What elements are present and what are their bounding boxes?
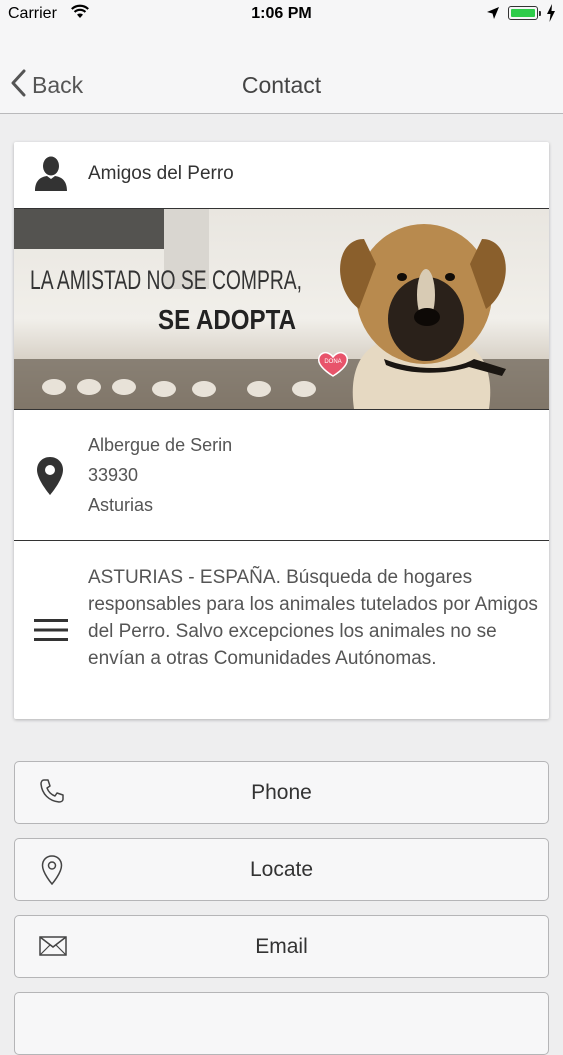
address-lines: Albergue de Serin 33930 Asturias	[88, 430, 232, 520]
banner-line2: SE ADOPTA	[158, 304, 296, 335]
address-line1: Albergue de Serin	[88, 435, 233, 455]
puppy-illustration	[340, 224, 506, 409]
battery-tip	[539, 11, 541, 16]
description-text: ASTURIAS - ESPAÑA. Búsqueda de hogares r…	[88, 567, 538, 669]
banner-line1: LA AMISTAD NO SE COMPRA,	[30, 265, 302, 295]
phone-button[interactable]: Phone	[14, 761, 549, 824]
location-arrow-icon	[486, 6, 500, 25]
description-row: ASTURIAS - ESPAÑA. Búsqueda de hogares r…	[14, 542, 549, 719]
locate-button[interactable]: Locate	[14, 838, 549, 901]
page-title: Contact	[241, 72, 322, 98]
address-row: Albergue de Serin 33930 Asturias	[14, 410, 549, 541]
navigation-bar: Back Contact	[0, 28, 563, 114]
status-bar: Carrier 1:06 PM	[0, 0, 563, 28]
address-line3: Asturias	[88, 495, 154, 515]
organization-name: Amigos del Perro	[88, 163, 234, 184]
battery-icon	[508, 6, 538, 20]
map-pin-icon	[36, 456, 64, 501]
menu-lines-icon	[34, 618, 68, 647]
contact-card: Amigos del Perro LA AMISTAD NO SE COMPRA…	[14, 142, 549, 719]
banner-image: LA AMISTAD NO SE COMPRA, SE ADOPTA DONA	[14, 208, 549, 410]
organization-row: Amigos del Perro	[14, 142, 549, 208]
status-time: 1:06 PM	[251, 5, 312, 22]
email-label: Email	[255, 935, 308, 958]
phone-label: Phone	[251, 781, 312, 804]
address-line2: 33930	[88, 465, 139, 485]
charging-bolt-icon	[546, 4, 556, 27]
person-icon	[34, 156, 68, 197]
locate-label: Locate	[249, 858, 314, 881]
email-button[interactable]: Email	[14, 915, 549, 978]
donate-badge: DONA	[324, 359, 341, 365]
next-action-button-partial[interactable]	[14, 992, 549, 1055]
